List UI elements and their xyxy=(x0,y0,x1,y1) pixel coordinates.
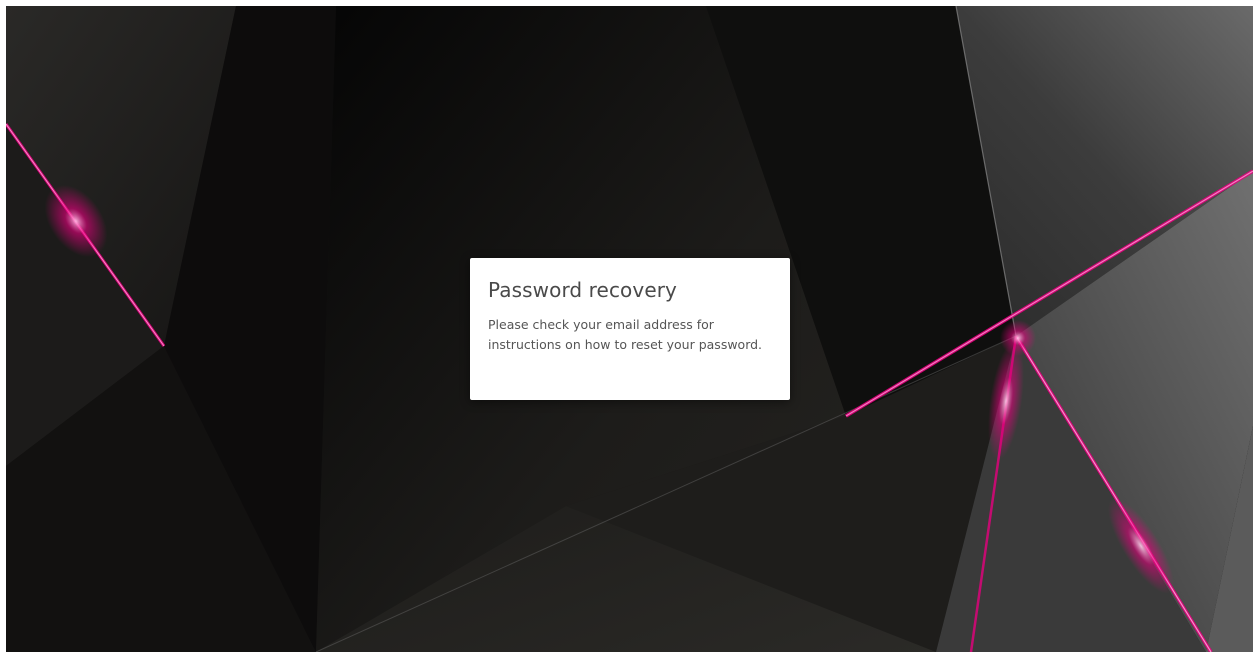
page-background: Password recovery Please check your emai… xyxy=(6,6,1253,652)
dialog-message: Please check your email address for inst… xyxy=(488,317,763,352)
dialog-title: Password recovery xyxy=(488,278,677,302)
password-recovery-dialog: Password recovery Please check your emai… xyxy=(470,258,790,400)
